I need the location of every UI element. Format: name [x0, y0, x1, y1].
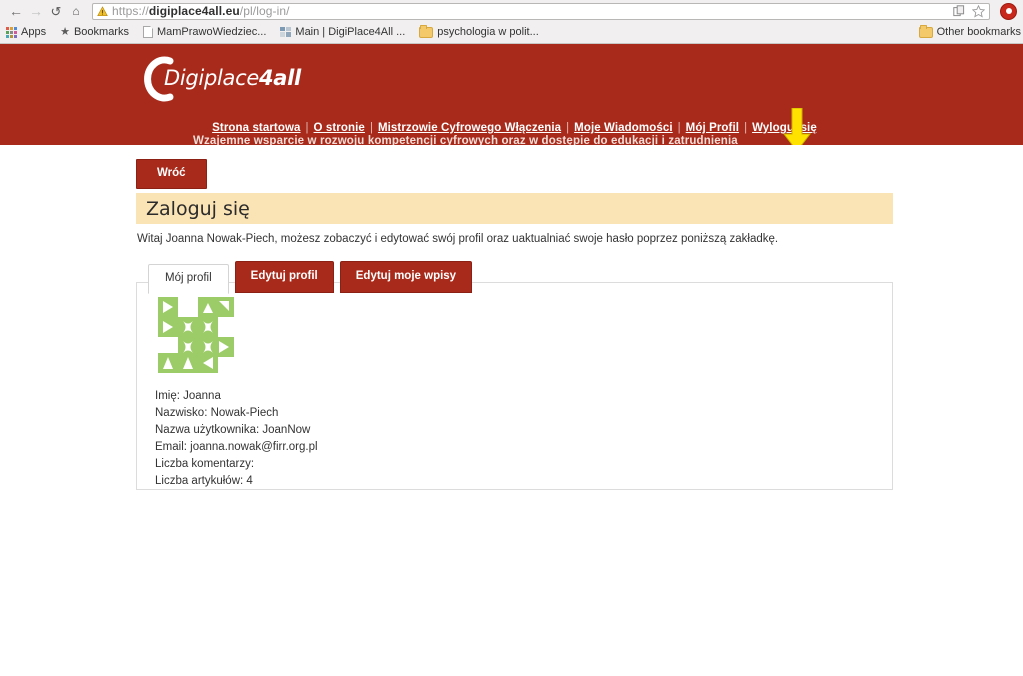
profile-tabs: Mój profil Edytuj profil Edytuj moje wpi… [148, 261, 473, 294]
site-logo[interactable]: Digiplace4all [136, 56, 301, 102]
profile-row-imie: Imię: Joanna [155, 388, 318, 405]
logo-text-light: Digiplace [164, 66, 259, 90]
profile-label: Liczba artykułów: [155, 475, 244, 487]
site-tagline: Wzajemne wsparcie w rozwoju kompetencji … [193, 135, 738, 145]
logo-text-bold: 4all [258, 66, 301, 90]
nav-separator: | [305, 122, 309, 134]
profile-panel: Imię: Joanna Nazwisko: Nowak-Piech Nazwa… [136, 282, 893, 490]
other-bookmarks-label: Other bookmarks [936, 26, 1021, 38]
bookmark-digiplace4all[interactable]: Main | DigiPlace4All ... [280, 26, 405, 38]
folder-icon [918, 24, 933, 38]
logo-arc-icon [136, 56, 176, 102]
folder-icon [419, 24, 434, 38]
profile-value: JoanNow [262, 424, 311, 436]
nav-separator: | [566, 122, 570, 134]
profile-label: Email: [155, 441, 187, 453]
bookmark-psychologia[interactable]: psychologia w polit... [419, 24, 539, 38]
profile-row-liczba-komentarzy: Liczba komentarzy: [155, 456, 318, 473]
profile-value: Nowak-Piech [210, 407, 279, 419]
apps-grid-icon [6, 26, 17, 38]
identicon-avatar [156, 295, 236, 375]
nav-link-strona-startowa[interactable]: Strona startowa [212, 122, 300, 134]
nav-link-mistrzowie[interactable]: Mistrzowie Cyfrowego Włączenia [378, 122, 561, 134]
page-title: Zaloguj się [146, 197, 250, 220]
url-prefix: https:// [112, 4, 149, 18]
profile-label: Nazwa użytkownika: [155, 424, 260, 436]
nav-separator: | [744, 122, 748, 134]
other-bookmarks-button[interactable]: Other bookmarks [918, 24, 1021, 38]
bookmark-mamprawowiedziec[interactable]: MamPrawoWiedziec... [142, 26, 267, 38]
nav-link-moje-wiadomosci[interactable]: Moje Wiadomości [574, 122, 673, 134]
profile-value: joanna.nowak@firr.org.pl [190, 441, 318, 453]
logo-text: Digiplace4all [164, 68, 301, 89]
profile-row-email: Email: joanna.nowak@firr.org.pl [155, 439, 318, 456]
bookmark-label: Bookmarks [73, 26, 129, 38]
welcome-message: Witaj Joanna Nowak-Piech, możesz zobaczy… [137, 233, 779, 245]
reload-icon[interactable]: ↺ [46, 1, 66, 21]
back-button[interactable]: Wróć [136, 159, 207, 189]
extension-icon[interactable] [1000, 2, 1017, 20]
back-arrow-icon[interactable]: ← [6, 1, 26, 21]
tab-moj-profil[interactable]: Mój profil [148, 264, 229, 294]
nav-separator: | [677, 122, 681, 134]
profile-details: Imię: Joanna Nazwisko: Nowak-Piech Nazwa… [155, 388, 318, 490]
url-domain: digiplace4all.eu [148, 4, 240, 18]
bookmark-label: Main | DigiPlace4All ... [295, 26, 406, 38]
page-icon [142, 26, 153, 38]
bookmark-label: MamPrawoWiedziec... [156, 26, 267, 38]
site-header: Digiplace4all Wzajemne wsparcie w rozwoj… [0, 44, 1023, 145]
warning-triangle-icon[interactable] [97, 5, 108, 17]
url-path: /pl/log-in/ [239, 4, 290, 18]
page-title-band: Zaloguj się [136, 193, 893, 224]
nav-link-wyloguj-sie[interactable]: Wyloguj się [752, 122, 817, 134]
nav-link-o-stronie[interactable]: O stronie [314, 122, 365, 134]
page-footer-space [0, 645, 1023, 676]
browser-chrome: ← → ↺ ⌂ https://digiplace4all.eu/pl/log-… [0, 0, 1023, 44]
bookmark-bookmarks[interactable]: ★ Bookmarks [60, 26, 129, 38]
bookmark-label: psychologia w polit... [437, 26, 539, 38]
page-body: Wróć Zaloguj się Witaj Joanna Nowak-Piec… [0, 145, 1023, 676]
profile-label: Nazwisko: [155, 407, 208, 419]
tab-edytuj-profil[interactable]: Edytuj profil [234, 261, 334, 293]
profile-row-liczba-artykulow: Liczba artykułów: 4 [155, 473, 318, 490]
home-icon[interactable]: ⌂ [66, 1, 86, 21]
profile-row-nazwa-uzytkownika: Nazwa użytkownika: JoanNow [155, 422, 318, 439]
profile-value: Joanna [183, 390, 221, 402]
copy-icon[interactable] [953, 5, 965, 17]
profile-label: Imię: [155, 390, 180, 402]
address-bar-actions [953, 4, 985, 18]
tiles-icon [280, 27, 292, 37]
bookmarks-bar: Apps ★ Bookmarks MamPrawoWiedziec... Mai… [0, 22, 1023, 42]
bookmark-apps[interactable]: Apps [6, 26, 46, 38]
main-navigation: Strona startowa | O stronie | Mistrzowie Cyf… [0, 122, 1023, 134]
address-bar[interactable]: https://digiplace4all.eu/pl/log-in/ [92, 2, 990, 20]
tab-edytuj-moje-wpisy[interactable]: Edytuj moje wpisy [339, 261, 473, 293]
url-text: https://digiplace4all.eu/pl/log-in/ [112, 4, 290, 18]
forward-arrow-icon[interactable]: → [26, 1, 46, 21]
bookmark-label: Apps [21, 26, 47, 38]
star-icon: ★ [60, 25, 70, 38]
profile-label: Liczba komentarzy: [155, 458, 255, 470]
nav-link-moj-profil[interactable]: Mój Profil [686, 122, 739, 134]
nav-separator: | [369, 122, 373, 134]
profile-row-nazwisko: Nazwisko: Nowak-Piech [155, 405, 318, 422]
browser-toolbar: ← → ↺ ⌂ https://digiplace4all.eu/pl/log-… [0, 0, 1023, 22]
star-bookmark-icon[interactable] [972, 4, 985, 18]
profile-value: 4 [246, 475, 253, 487]
